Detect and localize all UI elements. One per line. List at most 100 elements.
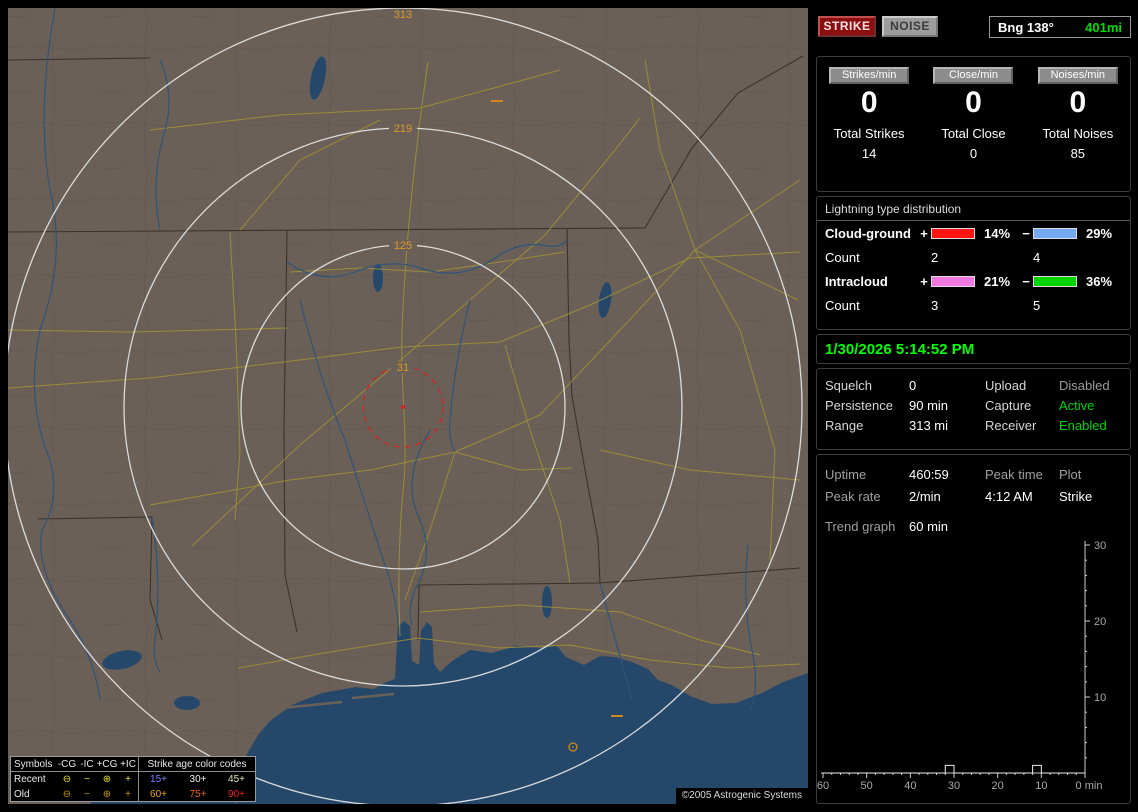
pcg-recent-symbol: ⊕: [102, 774, 112, 785]
distribution-title: Lightning type distribution: [817, 197, 1130, 221]
settings-row: Squelch 0 Upload Disabled: [817, 375, 1130, 395]
cg-minus-pct: 29%: [1086, 225, 1113, 241]
intracloud-label: Intracloud: [825, 273, 888, 289]
peak-rate-label: Peak rate: [825, 488, 881, 504]
noises-per-min-button[interactable]: Noises/min: [1037, 67, 1118, 84]
upload-label: Upload: [985, 377, 1027, 393]
stats-row: Peak rate 2/min 4:12 AM Strike: [817, 485, 1130, 507]
cg-plus-count: 2: [931, 249, 939, 265]
trend-graph-duration: 60 min: [909, 518, 949, 534]
svg-text:30: 30: [1094, 540, 1106, 552]
total-strikes-value: 14: [861, 146, 877, 161]
sensor-location-marker: [401, 405, 405, 409]
peak-rate-value: 2/min: [909, 488, 941, 504]
cg-minus-count: 4: [1033, 249, 1041, 265]
pic-old-symbol: +: [125, 789, 131, 800]
close-per-min-button[interactable]: Close/min: [933, 67, 1014, 84]
upload-status: Disabled: [1059, 377, 1110, 393]
svg-text:60: 60: [817, 780, 829, 792]
ic-plus-count: 3: [931, 297, 939, 313]
peak-time-label: Peak time: [985, 466, 1043, 482]
age-code-60: 60+: [138, 787, 178, 802]
legend-header-row: Symbols -CG -IC +CG +IC Strike age color…: [11, 757, 255, 772]
noise-indicator[interactable]: NOISE: [882, 16, 938, 37]
bearing-display: Bng 138° 401mi: [989, 16, 1131, 38]
trend-graph-row: Trend graph 60 min: [817, 515, 1130, 537]
strike-legend: Symbols -CG -IC +CG +IC Strike age color…: [10, 756, 256, 802]
minus-sign: −: [1022, 225, 1030, 241]
legend-col-pic: +IC: [120, 758, 136, 770]
age-code-90: 90+: [228, 789, 245, 800]
noises-counter-column: Noises/min 0 Total Noises 85: [1026, 57, 1130, 191]
range-label: Range: [825, 417, 864, 433]
total-close-label: Total Close: [941, 126, 1006, 141]
count-label: Count: [825, 297, 860, 313]
ic-minus-bar: [1033, 275, 1077, 287]
pcg-old-symbol: ⊕: [102, 789, 112, 800]
cg-plus-pct: 14%: [984, 225, 1011, 241]
cloud-ground-label: Cloud-ground: [825, 225, 911, 241]
strikes-counter-column: Strikes/min 0 Total Strikes 14: [817, 57, 921, 191]
legend-old-label: Old: [14, 789, 30, 800]
ring-label-31: 31: [397, 362, 409, 374]
stats-panel: Uptime 460:59 Peak time Plot Peak rate 2…: [816, 454, 1131, 804]
total-noises-value: 85: [1070, 146, 1086, 161]
strikes-per-min-value: 0: [860, 86, 878, 119]
trend-graph-label: Trend graph: [825, 518, 896, 534]
ic-minus-pct: 36%: [1086, 273, 1113, 289]
svg-text:50: 50: [861, 780, 873, 792]
ic-plus-bar: [931, 275, 975, 287]
ring-label-219: 219: [394, 123, 412, 135]
intracloud-row: Intracloud + 21% − 36%: [817, 269, 1130, 293]
radar-map[interactable]: 313 219 125 31: [3, 7, 808, 807]
noises-per-min-value: 0: [1069, 86, 1087, 119]
ring-label-125: 125: [394, 240, 412, 252]
indicator-bar: STRIKE NOISE Bng 138° 401mi: [816, 12, 1131, 42]
svg-text:20: 20: [992, 780, 1004, 792]
clock-panel: 1/30/2026 5:14:52 PM: [816, 334, 1131, 364]
svg-text:0 min: 0 min: [1076, 780, 1103, 792]
persistence-value: 90 min: [909, 397, 949, 413]
close-per-min-value: 0: [965, 86, 982, 119]
ring-label-313: 313: [394, 9, 412, 21]
total-close-value: 0: [969, 146, 978, 161]
svg-text:10: 10: [1094, 692, 1106, 704]
copyright: ©2005 Astrogenic Systems: [675, 788, 808, 804]
uptime-value: 460:59: [909, 466, 949, 482]
minus-sign: −: [1022, 273, 1030, 289]
settings-row: Persistence 90 min Capture Active: [817, 395, 1130, 415]
range-value: 313 mi: [909, 417, 949, 433]
strike-indicator[interactable]: STRIKE: [818, 16, 876, 37]
settings-row: Range 313 mi Receiver Enabled: [817, 415, 1130, 435]
plot-value: Strike: [1059, 488, 1093, 504]
legend-col-nic: -IC: [80, 758, 94, 770]
cloud-ground-count-row: Count 2 4: [817, 245, 1130, 269]
cloud-ground-row: Cloud-ground + 14% − 29%: [817, 221, 1130, 245]
strikes-per-min-button[interactable]: Strikes/min: [829, 67, 910, 84]
legend-age-header: Strike age color codes: [138, 757, 255, 771]
cg-minus-bar: [1033, 227, 1077, 239]
svg-text:30: 30: [948, 780, 960, 792]
age-code-30: 30+: [189, 774, 207, 785]
bearing-value: Bng 138°: [998, 19, 1054, 35]
legend-symbols-header: Symbols: [14, 758, 53, 770]
age-code-15: 15+: [138, 772, 178, 787]
lightning-distribution-panel: Lightning type distribution Cloud-ground…: [816, 196, 1131, 330]
capture-label: Capture: [985, 397, 1032, 413]
persistence-label: Persistence: [825, 397, 893, 413]
total-noises-label: Total Noises: [1042, 126, 1114, 141]
age-code-75: 75+: [189, 789, 207, 800]
nic-old-symbol: −: [84, 789, 90, 800]
ic-plus-pct: 21%: [984, 273, 1011, 289]
count-label: Count: [825, 249, 860, 265]
plot-label: Plot: [1059, 466, 1082, 482]
plus-sign: +: [920, 225, 928, 241]
datetime-display: 1/30/2026 5:14:52 PM: [825, 341, 975, 358]
map-container: 313 219 125 31 Symbols -CG -IC +CG +IC S…: [3, 7, 808, 807]
ncg-old-symbol: ⊖: [62, 789, 72, 800]
receiver-status: Enabled: [1059, 417, 1107, 433]
receiver-label: Receiver: [985, 417, 1037, 433]
nic-recent-symbol: −: [84, 774, 90, 785]
ic-minus-count: 5: [1033, 297, 1041, 313]
legend-old-row: Old ⊖ − ⊕ + 60+ 75+ 90+: [11, 787, 255, 802]
